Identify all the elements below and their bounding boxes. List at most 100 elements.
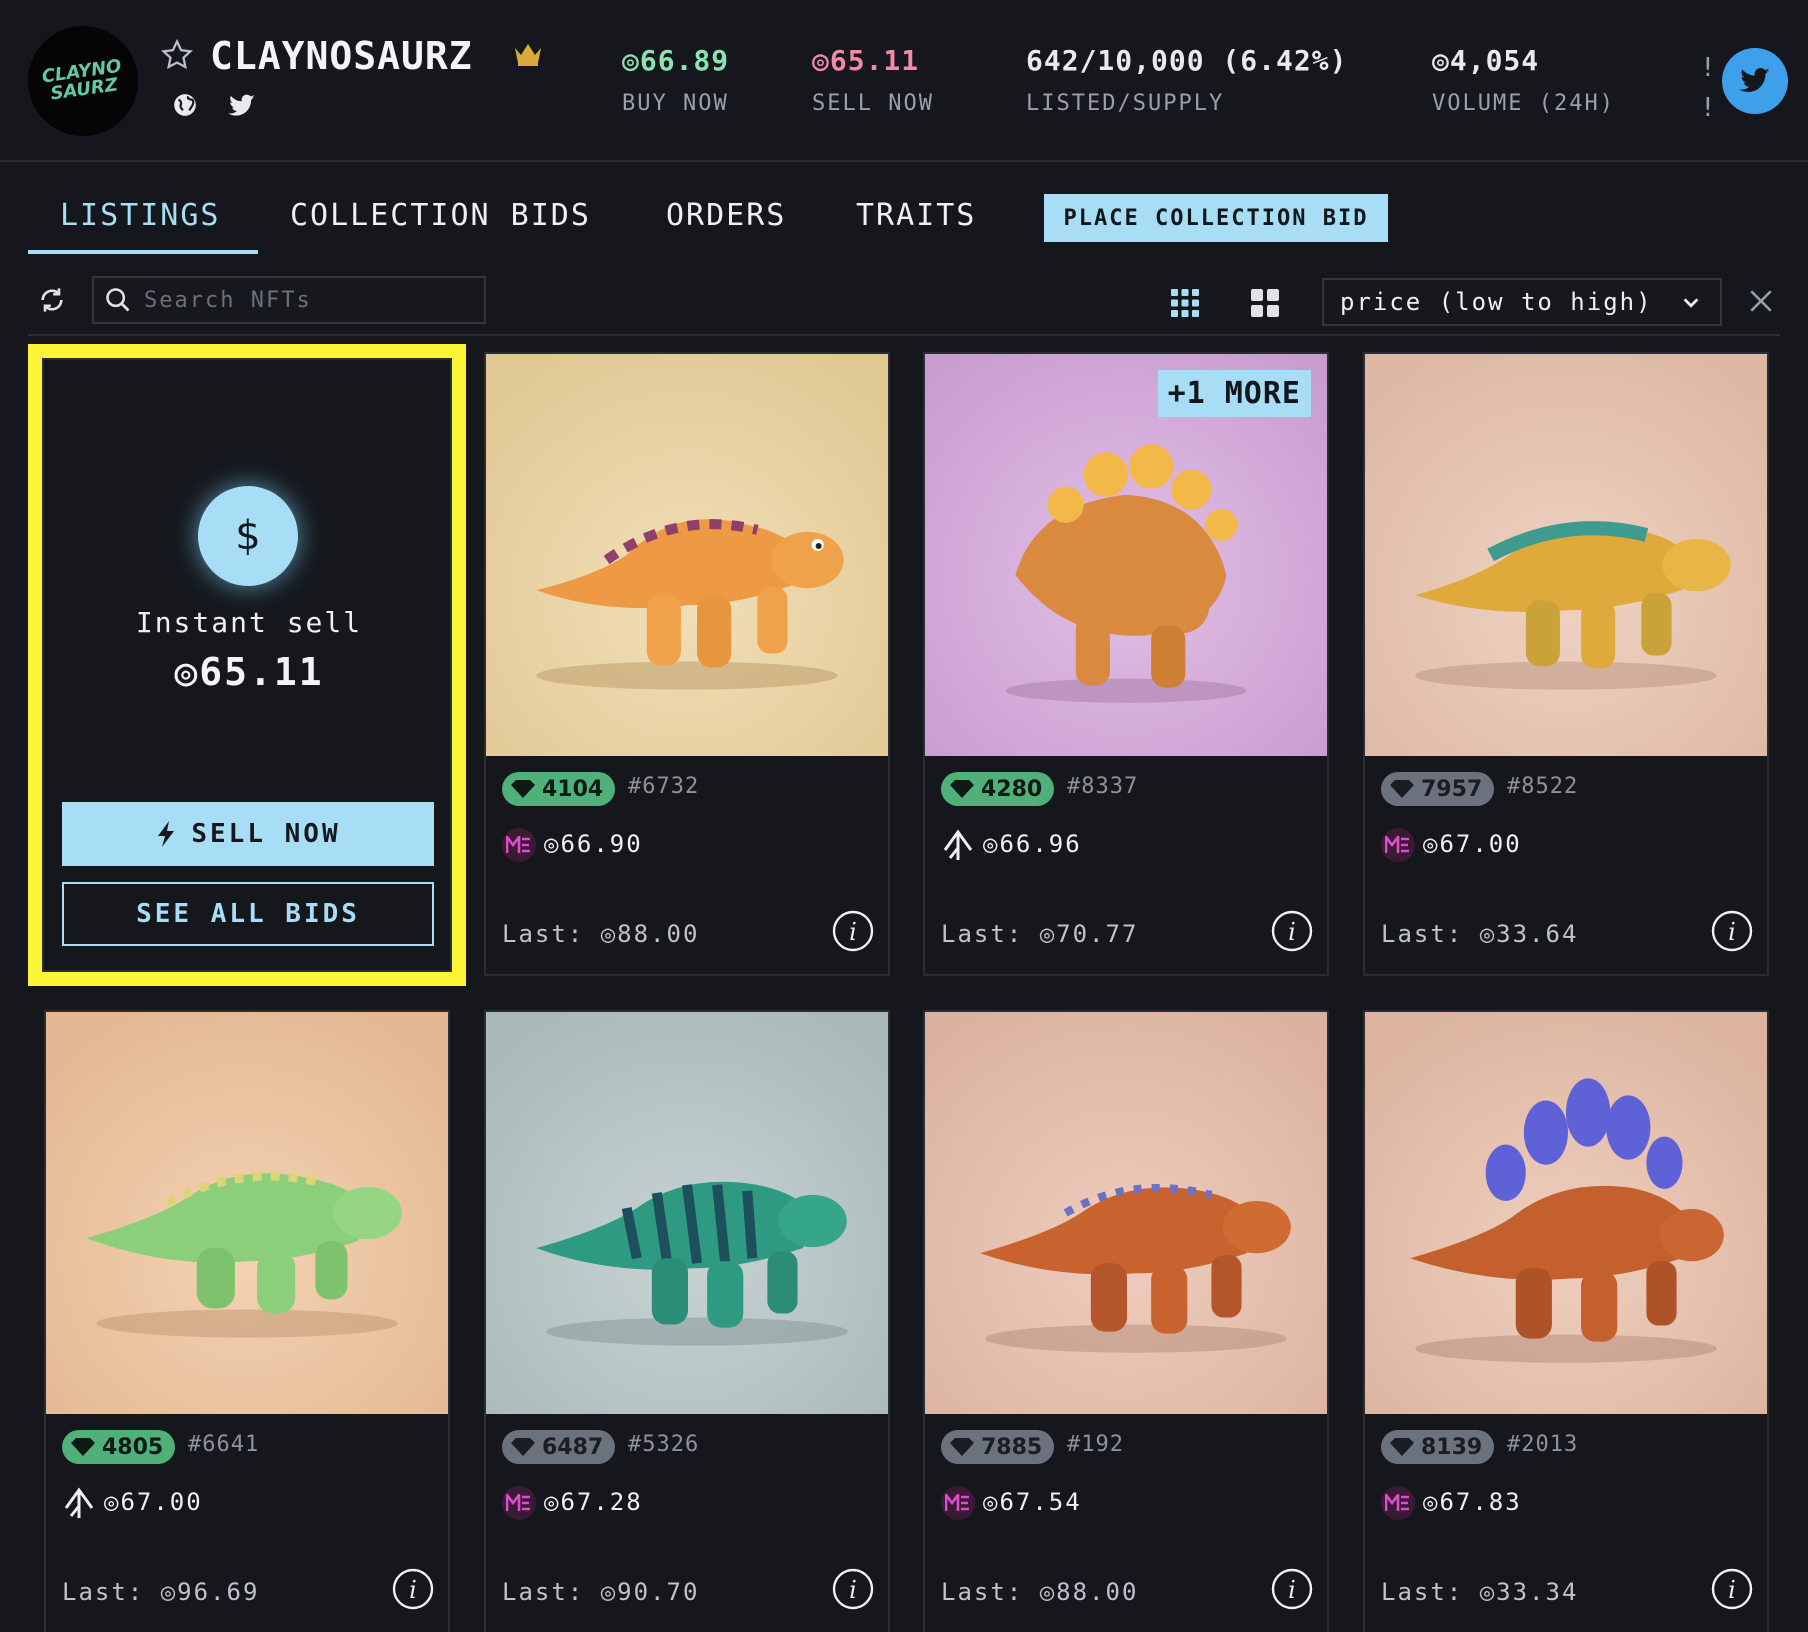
grid-compact-view-icon[interactable] bbox=[1170, 288, 1200, 318]
nft-image[interactable] bbox=[925, 1012, 1327, 1414]
listing-price: ◎67.00 bbox=[104, 1488, 203, 1516]
tensor-icon bbox=[64, 1487, 94, 1518]
nft-image[interactable] bbox=[1365, 354, 1767, 756]
last-sale: Last: ◎90.70 bbox=[502, 1578, 700, 1606]
magic-eden-icon bbox=[941, 1486, 975, 1520]
listing-price: ◎66.90 bbox=[544, 830, 643, 858]
rarity-rank-badge: 7885 bbox=[941, 1430, 1055, 1464]
diamond-icon bbox=[511, 1438, 535, 1456]
nft-card[interactable]: 8139 #2013 ◎67.83 Last: ◎33.34 i bbox=[1363, 1010, 1769, 1632]
sell-now-button[interactable]: SELL NOW bbox=[62, 802, 434, 866]
rarity-rank-badge: 8139 bbox=[1381, 1430, 1495, 1464]
buy-now-label: BUY NOW bbox=[622, 91, 729, 116]
see-all-bids-button[interactable]: SEE ALL BIDS bbox=[62, 882, 434, 946]
diamond-icon bbox=[511, 780, 535, 798]
close-icon[interactable] bbox=[1748, 288, 1774, 314]
tab-orders[interactable]: ORDERS bbox=[666, 190, 786, 252]
info-icon[interactable]: i bbox=[832, 1568, 874, 1610]
rarity-rank-badge: 7957 bbox=[1381, 772, 1495, 806]
nft-image[interactable]: +1 MORE bbox=[925, 354, 1327, 756]
nft-card[interactable]: 6487 #5326 ◎67.28 Last: ◎90.70 i bbox=[484, 1010, 890, 1632]
tab-collection-bids[interactable]: COLLECTION BIDS bbox=[290, 190, 591, 252]
instant-sell-card: $ Instant sell ◎65.11 SELL NOW SEE ALL B… bbox=[28, 344, 466, 986]
info-icon[interactable]: i bbox=[832, 910, 874, 952]
last-sale: Last: ◎70.77 bbox=[941, 920, 1139, 948]
diamond-icon bbox=[71, 1438, 95, 1456]
instant-sell-price: ◎65.11 bbox=[174, 650, 324, 694]
listed-supply-label: LISTED/SUPPLY bbox=[1026, 91, 1225, 116]
rarity-rank-badge: 4805 bbox=[62, 1430, 176, 1464]
nft-card[interactable]: 4104 #6732 ◎66.90 Last: ◎88.00 i bbox=[484, 352, 890, 976]
info-icon[interactable]: i bbox=[1711, 910, 1753, 952]
token-id: #6732 bbox=[628, 774, 700, 799]
twitter-button[interactable] bbox=[1722, 48, 1788, 114]
rarity-rank-badge: 4104 bbox=[502, 772, 616, 806]
place-collection-bid-button[interactable]: PLACE COLLECTION BID bbox=[1044, 194, 1388, 242]
nft-image[interactable] bbox=[486, 354, 888, 756]
nft-card[interactable]: 7885 #192 ◎67.54 Last: ◎88.00 i bbox=[923, 1010, 1329, 1632]
token-id: #6641 bbox=[188, 1432, 260, 1457]
listing-price: ◎66.96 bbox=[983, 830, 1082, 858]
search-icon bbox=[106, 288, 130, 312]
svg-text:i: i bbox=[1728, 1576, 1736, 1604]
svg-text:i: i bbox=[849, 1576, 857, 1604]
tab-listings[interactable]: LISTINGS bbox=[28, 190, 258, 254]
svg-text:i: i bbox=[1288, 918, 1296, 946]
rarity-rank: 4805 bbox=[102, 1434, 164, 1460]
nft-card[interactable]: +1 MORE 4280 #8337 ◎66.96 Last: ◎70.77 i bbox=[923, 352, 1329, 976]
collection-title: CLAYNOSAURZ bbox=[210, 34, 473, 78]
website-globe-icon[interactable] bbox=[172, 92, 198, 118]
magic-eden-icon bbox=[1381, 828, 1415, 862]
rarity-rank: 7885 bbox=[981, 1434, 1043, 1460]
favorite-star-icon[interactable] bbox=[160, 38, 194, 72]
instant-sell-inner: $ Instant sell ◎65.11 SELL NOW SEE ALL B… bbox=[42, 358, 452, 972]
rarity-rank: 4280 bbox=[981, 776, 1043, 802]
tab-traits[interactable]: TRAITS bbox=[856, 190, 976, 252]
info-icon[interactable]: i bbox=[392, 1568, 434, 1610]
rarity-rank-badge: 6487 bbox=[502, 1430, 616, 1464]
rarity-rank: 4104 bbox=[542, 776, 604, 802]
sell-now-label: SELL NOW bbox=[812, 91, 934, 116]
nft-card[interactable]: 4805 #6641 ◎67.00 Last: ◎96.69 i bbox=[44, 1010, 450, 1632]
rarity-rank-badge: 4280 bbox=[941, 772, 1055, 806]
svg-text:i: i bbox=[1728, 918, 1736, 946]
token-id: #8522 bbox=[1507, 774, 1579, 799]
more-items-badge: +1 MORE bbox=[1157, 370, 1311, 417]
chevron-down-icon bbox=[1683, 298, 1699, 308]
tensor-icon bbox=[943, 829, 973, 860]
search-input[interactable] bbox=[144, 287, 474, 313]
volume-label: VOLUME (24H) bbox=[1432, 91, 1615, 116]
refresh-icon[interactable] bbox=[38, 286, 66, 314]
stat-sell-now: ◎65.11 SELL NOW bbox=[812, 44, 934, 116]
svg-text:i: i bbox=[849, 918, 857, 946]
last-sale: Last: ◎88.00 bbox=[941, 1578, 1139, 1606]
magic-eden-icon bbox=[1381, 1486, 1415, 1520]
rarity-rank: 6487 bbox=[542, 1434, 604, 1460]
diamond-icon bbox=[950, 780, 974, 798]
info-icon[interactable]: i bbox=[1271, 910, 1313, 952]
nft-image[interactable] bbox=[1365, 1012, 1767, 1414]
sort-dropdown[interactable]: price (low to high) bbox=[1322, 278, 1722, 326]
collection-logo[interactable]: CLAYNO SAURZ bbox=[28, 26, 138, 136]
collection-header: CLAYNO SAURZ CLAYNOSAURZ ◎66.89 BUY NOW … bbox=[0, 0, 1808, 162]
token-id: #8337 bbox=[1067, 774, 1139, 799]
last-sale: Last: ◎33.64 bbox=[1381, 920, 1579, 948]
stat-buy-now: ◎66.89 BUY NOW bbox=[622, 44, 729, 116]
listing-price: ◎67.83 bbox=[1423, 1488, 1522, 1516]
nft-card[interactable]: 7957 #8522 ◎67.00 Last: ◎33.64 i bbox=[1363, 352, 1769, 976]
nft-image[interactable] bbox=[46, 1012, 448, 1414]
nft-image[interactable] bbox=[486, 1012, 888, 1414]
twitter-link-icon[interactable] bbox=[228, 94, 256, 118]
info-icon[interactable]: i bbox=[1271, 1568, 1313, 1610]
truncated-stat: ! ! bbox=[1700, 53, 1716, 123]
sort-selected-label: price (low to high) bbox=[1340, 288, 1653, 316]
listing-price: ◎67.28 bbox=[544, 1488, 643, 1516]
listing-price: ◎67.00 bbox=[1423, 830, 1522, 858]
grid-large-view-icon[interactable] bbox=[1250, 288, 1280, 318]
diamond-icon bbox=[950, 1438, 974, 1456]
info-icon[interactable]: i bbox=[1711, 1568, 1753, 1610]
rarity-rank: 7957 bbox=[1421, 776, 1483, 802]
dollar-icon: $ bbox=[198, 486, 298, 586]
sell-now-label: SELL NOW bbox=[191, 819, 341, 849]
lightning-icon bbox=[158, 821, 175, 847]
